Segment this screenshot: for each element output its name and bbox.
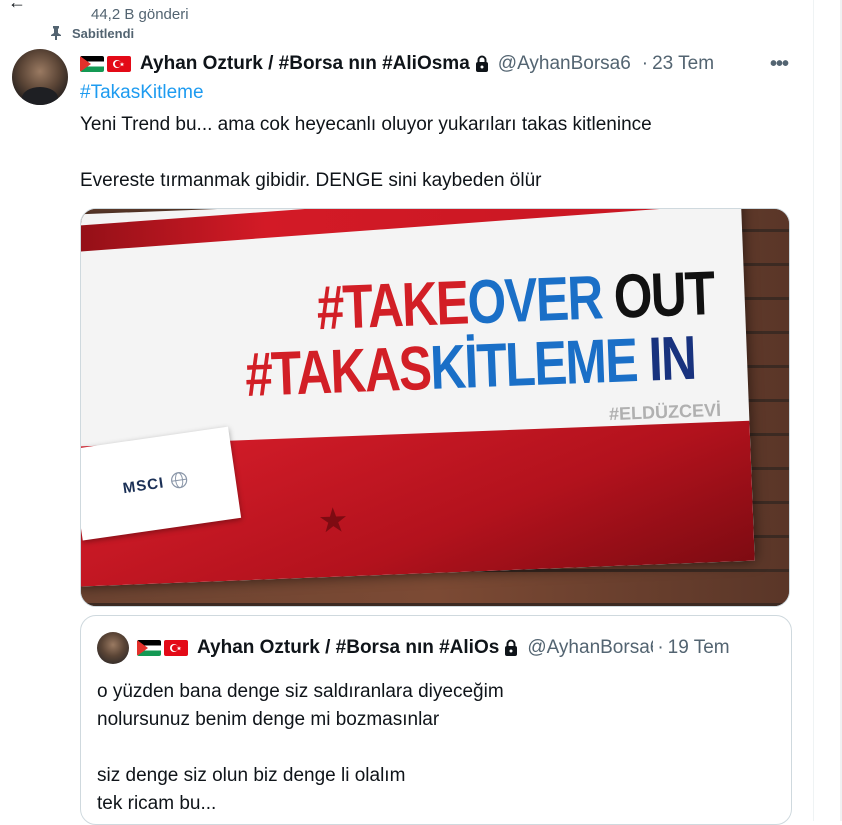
msci-logo-text: MSCI xyxy=(121,473,166,497)
posts-count: 44,2 B gönderi xyxy=(91,6,189,23)
tweet-text-line: Yeni Trend bu... ama cok heyecanlı oluyo… xyxy=(80,114,652,135)
pin-icon xyxy=(51,26,61,40)
quote-text-line: siz denge siz olun biz denge li olalım te… xyxy=(97,765,406,814)
quoted-tweet[interactable]: Ayhan Ozturk / #Borsa nın #AliOs @AyhanB… xyxy=(80,615,792,825)
quote-author-handle: @AyhanBorsa6 xyxy=(527,637,654,658)
turkey-flag-icon xyxy=(164,640,188,656)
globe-icon xyxy=(170,472,187,489)
poster-red-band-top xyxy=(81,209,742,253)
separator-dot: · xyxy=(657,637,664,658)
tweet-date[interactable]: 23 Tem xyxy=(652,53,714,75)
poster: #TAKEOVER OUT #TAKASKİTLEME IN #ELDÜZCEV… xyxy=(81,209,755,587)
palestine-flag-icon xyxy=(137,640,161,656)
quote-text-line: o yüzden bana denge siz saldıranlara diy… xyxy=(97,681,504,730)
tweet-header: Ayhan Ozturk / #Borsa nın #AliOsma @Ayha… xyxy=(80,52,800,76)
author-handle[interactable]: @AyhanBorsa6 xyxy=(498,53,638,75)
quote-author-name: Ayhan Ozturk / #Borsa nın #AliOs xyxy=(197,637,500,658)
poster-headline-2: #TAKASKİTLEME IN xyxy=(243,323,697,411)
pinned-indicator: Sabitlendi xyxy=(50,26,134,40)
poster-tag: #ELDÜZCEVİ xyxy=(608,399,722,425)
pinned-label: Sabitlendi xyxy=(72,26,135,40)
column-divider xyxy=(813,0,814,821)
quote-text: o yüzden bana denge siz saldıranlara diy… xyxy=(97,678,777,818)
quote-header: Ayhan Ozturk / #Borsa nın #AliOs @AyhanB… xyxy=(137,636,730,660)
turkey-flag-icon xyxy=(107,56,131,72)
separator-dot: · xyxy=(641,53,649,74)
tweet-text-line: Evereste tırmanmak gibidir. DENGE sini k… xyxy=(80,170,542,191)
hashtag-link[interactable]: #TakasKitleme xyxy=(80,82,204,104)
star-icon: ★ xyxy=(317,501,350,541)
lock-icon xyxy=(475,55,488,72)
quote-avatar[interactable] xyxy=(97,632,129,664)
profile-top-bar: ← 44,2 B gönderi xyxy=(0,0,813,28)
palestine-flag-icon xyxy=(80,56,104,72)
more-icon[interactable]: ••• xyxy=(767,52,791,76)
back-arrow-icon[interactable]: ← xyxy=(8,0,26,13)
lock-icon xyxy=(505,639,518,656)
author-name[interactable]: Ayhan Ozturk / #Borsa nın #AliOsma xyxy=(140,53,470,75)
avatar[interactable] xyxy=(12,49,68,105)
quote-date: 19 Tem xyxy=(667,637,730,658)
tweet-media-image[interactable]: #TAKEOVER OUT #TAKASKİTLEME IN #ELDÜZCEV… xyxy=(80,208,790,607)
tweet-text: Yeni Trend bu... ama cok heyecanlı oluyo… xyxy=(80,111,790,195)
